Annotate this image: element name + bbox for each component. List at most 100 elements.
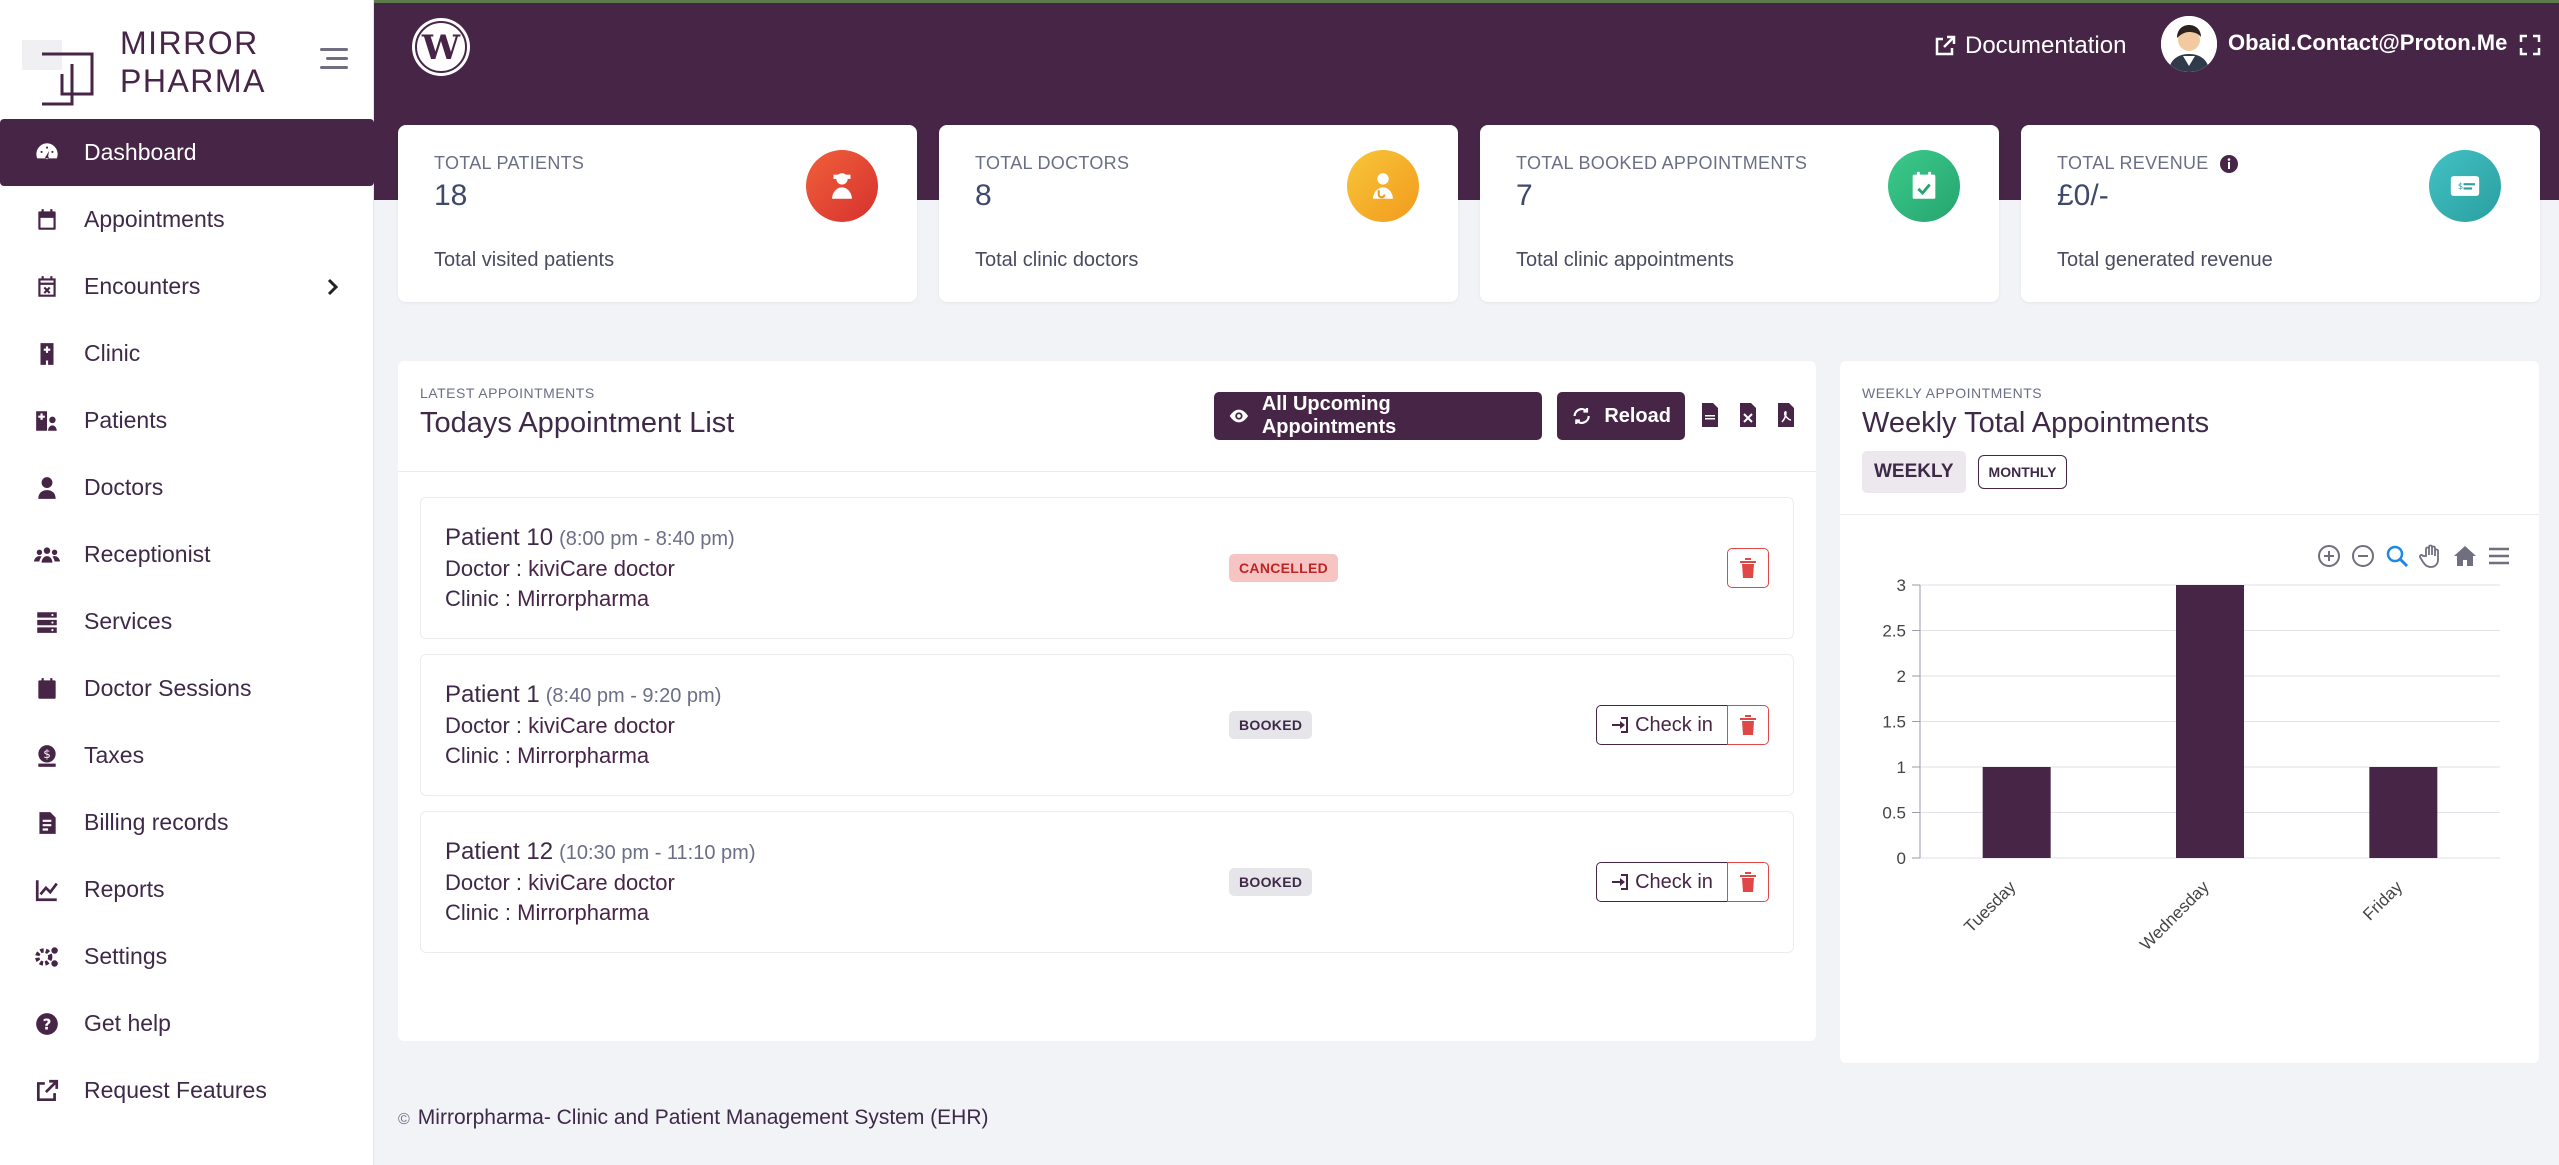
y-tick-label: 2.5 xyxy=(1882,622,1906,641)
appointment-time: (8:40 pm - 9:20 pm) xyxy=(545,685,722,707)
documentation-label: Documentation xyxy=(1965,32,2127,59)
documentation-link[interactable]: Documentation xyxy=(1933,28,2126,64)
reload-button[interactable]: Reload xyxy=(1557,392,1685,440)
file-invoice-icon xyxy=(39,812,56,834)
file-pdf-icon[interactable] xyxy=(1776,403,1796,427)
weekly-kicker: WEEKLY APPOINTMENTS xyxy=(1862,385,2043,401)
sidebar-item-label: Reports xyxy=(84,876,165,902)
file-csv-icon[interactable] xyxy=(1700,403,1720,427)
sidebar-item-label: Clinic xyxy=(84,340,141,366)
y-tick-label: 2 xyxy=(1897,667,1906,686)
wordpress-icon[interactable]: W xyxy=(410,16,472,78)
tab-weekly[interactable]: WEEKLY xyxy=(1862,451,1966,493)
question-circle-icon: ? xyxy=(36,1013,58,1035)
sidebar-item-request-features[interactable]: Request Features xyxy=(0,1057,374,1124)
reload-label: Reload xyxy=(1604,404,1671,427)
stat-card-total-doctors: TOTAL DOCTORS 8 Total clinic doctors xyxy=(939,125,1458,302)
stat-value: 7 xyxy=(1516,179,1533,212)
brand-name: MIRROR PHARMA xyxy=(120,24,266,100)
avatar[interactable] xyxy=(2161,16,2217,72)
cogs-icon xyxy=(35,947,58,967)
all-upcoming-appointments-button[interactable]: All Upcoming Appointments xyxy=(1214,392,1542,440)
appointment-patient: Patient 12 (10:30 pm - 11:10 pm) xyxy=(445,838,755,866)
sidebar-item-receptionist[interactable]: Receptionist xyxy=(0,521,374,588)
svg-text:?: ? xyxy=(43,1015,52,1033)
trash-icon xyxy=(1740,872,1756,892)
check-in-button[interactable]: Check in xyxy=(1596,862,1728,902)
sidebar-item-dashboard[interactable]: Dashboard xyxy=(0,119,374,186)
sidebar-item-taxes[interactable]: $ Taxes xyxy=(0,722,374,789)
svg-text:$: $ xyxy=(43,747,51,761)
sidebar-item-appointments[interactable]: Appointments xyxy=(0,186,374,253)
appointment-row: Patient 12 (10:30 pm - 11:10 pm) Doctor :… xyxy=(420,811,1794,953)
sidebar-item-get-help[interactable]: ? Get help xyxy=(0,990,374,1057)
footer: © Mirrorpharma- Clinic and Patient Manage… xyxy=(398,1106,989,1130)
x-tick-label: Friday xyxy=(2359,877,2406,924)
tachometer-icon xyxy=(36,143,58,160)
weekly-title: Weekly Total Appointments xyxy=(1862,407,2210,439)
stat-value: 8 xyxy=(975,179,992,212)
sidebar-item-services[interactable]: Services xyxy=(0,588,374,655)
header-top-line xyxy=(374,0,2559,3)
sign-in-icon xyxy=(1612,874,1629,890)
status-badge: BOOKED xyxy=(1229,868,1313,896)
menu-toggle-button[interactable] xyxy=(308,48,348,84)
brand[interactable]: MIRROR PHARMA xyxy=(14,18,360,108)
user-name[interactable]: Obaid.Contact@Proton.Me xyxy=(2228,30,2507,56)
sidebar-item-settings[interactable]: Settings xyxy=(0,923,374,990)
chart-line-icon xyxy=(35,880,58,902)
stat-subtitle: Total visited patients xyxy=(434,249,615,271)
sidebar-item-label: Services xyxy=(84,608,173,634)
money-icon: $ xyxy=(38,745,56,767)
stat-value: 18 xyxy=(434,179,468,212)
fullscreen-icon[interactable] xyxy=(2519,34,2541,56)
info-icon[interactable] xyxy=(2219,154,2239,174)
doctor-prefix: Doctor : xyxy=(445,556,529,581)
clinic-prefix: Clinic : xyxy=(445,900,518,925)
users-icon xyxy=(34,547,60,563)
delete-appointment-button[interactable] xyxy=(1727,862,1769,902)
sidebar-item-reports[interactable]: Reports xyxy=(0,856,374,923)
stat-card-total-revenue: TOTAL REVENUE £0/- Total generated reven… xyxy=(2021,125,2540,302)
trash-icon xyxy=(1740,558,1756,578)
sidebar-item-doctors[interactable]: Doctors xyxy=(0,454,374,521)
check-in-button[interactable]: Check in xyxy=(1596,705,1728,745)
appointment-row: Patient 10 (8:00 pm - 8:40 pm) Doctor : k… xyxy=(420,497,1794,639)
delete-appointment-button[interactable] xyxy=(1727,548,1769,588)
sync-icon xyxy=(1573,408,1590,424)
y-tick-label: 1 xyxy=(1897,758,1906,777)
stat-subtitle: Total clinic doctors xyxy=(975,249,1139,271)
sidebar-item-label: Request Features xyxy=(84,1077,267,1103)
appointments-panel: LATEST APPOINTMENTS Todays Appointment L… xyxy=(398,361,1816,1041)
delete-appointment-button[interactable] xyxy=(1727,705,1769,745)
stat-title: TOTAL PATIENTS xyxy=(434,153,585,173)
sidebar-item-label: Encounters xyxy=(84,273,201,299)
tab-monthly[interactable]: MONTHLY xyxy=(1977,455,2068,489)
brand-name-line2: PHARMA xyxy=(120,63,266,99)
sidebar-item-patients[interactable]: Patients xyxy=(0,387,374,454)
sidebar-item-label: Doctors xyxy=(84,474,164,500)
chevron-right-icon[interactable] xyxy=(320,275,344,299)
status-badge: BOOKED xyxy=(1229,711,1313,739)
chart-bar xyxy=(2369,767,2438,858)
sidebar-item-encounters[interactable]: Encounters xyxy=(0,253,374,320)
clinic-name: Mirrorpharma xyxy=(517,586,650,611)
file-excel-icon[interactable] xyxy=(1738,403,1758,427)
appointments-kicker: LATEST APPOINTMENTS xyxy=(420,385,595,401)
doctor-name: kiviCare doctor xyxy=(528,870,675,895)
sidebar-item-label: Settings xyxy=(84,943,168,969)
server-icon xyxy=(37,612,57,633)
doctor-prefix: Doctor : xyxy=(445,870,529,895)
sidebar-item-label: Billing records xyxy=(84,809,229,835)
sidebar-item-billing-records[interactable]: Billing records xyxy=(0,789,374,856)
y-tick-label: 3 xyxy=(1897,576,1906,595)
weekly-appointments-panel: WEEKLY APPOINTMENTS Weekly Total Appoint… xyxy=(1840,361,2539,1063)
sidebar-item-clinic[interactable]: Clinic xyxy=(0,320,374,387)
svg-text:$: $ xyxy=(2458,182,2463,192)
divider xyxy=(1840,514,2539,515)
stat-card-total-patients: TOTAL PATIENTS 18 Total visited patients xyxy=(398,125,917,302)
sidebar-item-label: Dashboard xyxy=(84,139,197,165)
sidebar-item-doctor-sessions[interactable]: Doctor Sessions xyxy=(0,655,374,722)
money-check-icon: $ xyxy=(2429,150,2501,222)
appointment-row: Patient 1 (8:40 pm - 9:20 pm) Doctor : ki… xyxy=(420,654,1794,796)
